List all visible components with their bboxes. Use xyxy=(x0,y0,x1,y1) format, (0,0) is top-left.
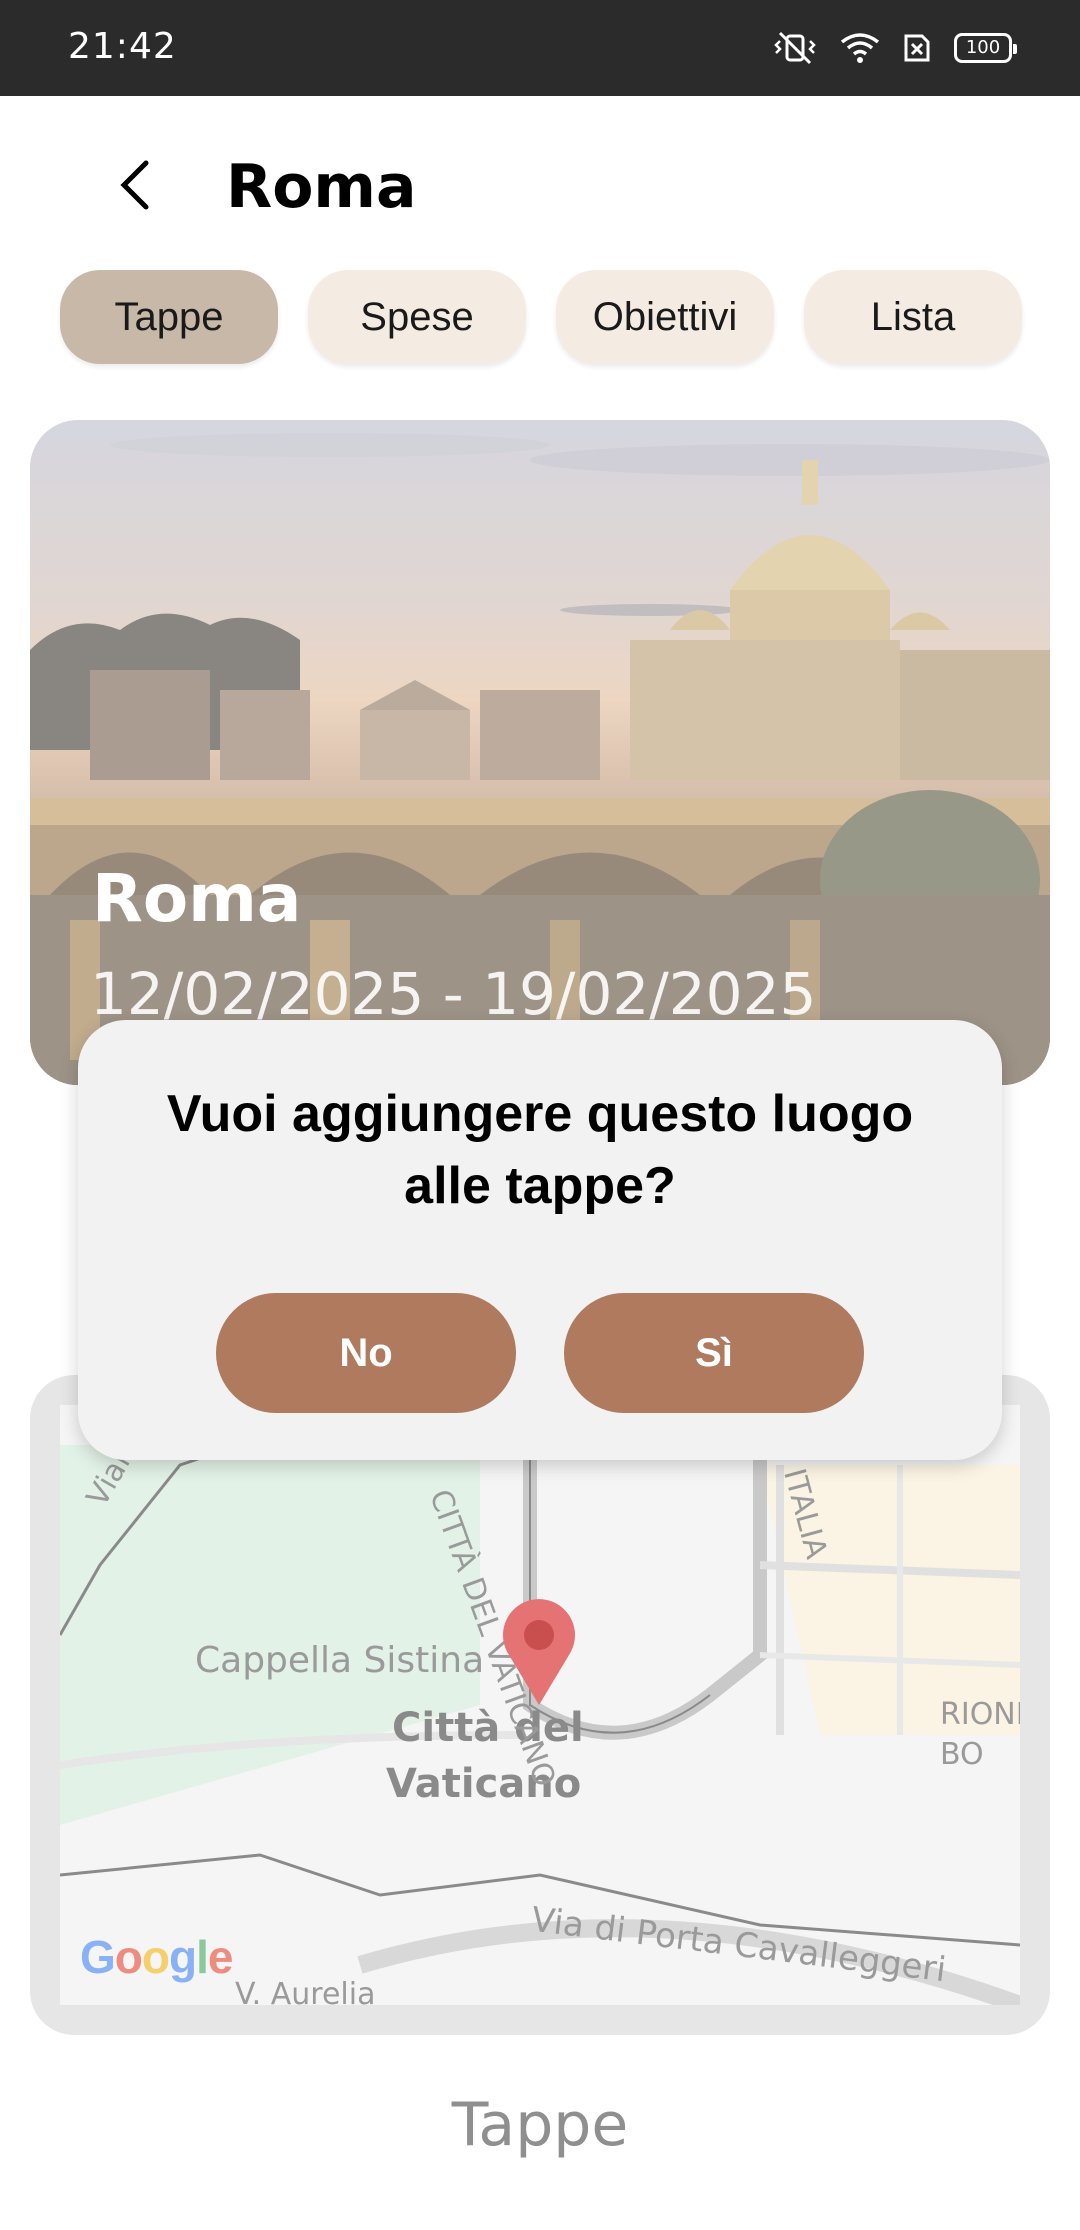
vibrate-off-icon xyxy=(772,31,818,65)
status-bar: 21:42 100 xyxy=(0,0,1080,96)
no-button[interactable]: No xyxy=(216,1293,516,1413)
sim-x-icon xyxy=(902,32,932,64)
yes-button[interactable]: Sì xyxy=(564,1293,864,1413)
map-card: Cappella Sistina Città del Vaticano Vial… xyxy=(30,1375,1050,2035)
battery-icon: 100 xyxy=(954,33,1017,63)
map-label-aurelia: V. Aurelia xyxy=(235,1977,376,2005)
section-title: Tappe xyxy=(451,2090,629,2160)
hero-title: Roma xyxy=(92,860,302,937)
tab-spese[interactable]: Spese xyxy=(308,270,526,364)
tab-lista[interactable]: Lista xyxy=(804,270,1022,364)
map-label-vaticano-1: Città del xyxy=(392,1705,584,1751)
back-button[interactable] xyxy=(110,155,160,215)
page-title: Roma xyxy=(226,152,417,222)
google-logo: Google xyxy=(80,1931,233,1983)
status-time: 21:42 xyxy=(68,26,177,67)
dialog-message: Vuoi aggiungere questo luogo alle tappe? xyxy=(166,1085,914,1215)
map-pin-icon xyxy=(503,1599,575,1705)
chevron-left-icon xyxy=(120,160,149,210)
trip-hero-card[interactable]: Roma 12/02/2025 - 19/02/2025 xyxy=(30,420,1050,1085)
confirm-dialog: Vuoi aggiungere questo luogo alle tappe?… xyxy=(78,1020,1002,1460)
status-icons: 100 xyxy=(772,28,1017,68)
map-label-district: RIONE BO xyxy=(940,1697,1020,1772)
hero-dates: 12/02/2025 - 19/02/2025 xyxy=(90,960,817,1028)
tab-bar: Tappe Spese Obiettivi Lista xyxy=(60,270,1022,364)
tab-tappe[interactable]: Tappe xyxy=(60,270,278,364)
map-label-cappella: Cappella Sistina xyxy=(195,1640,485,1681)
map-view[interactable]: Cappella Sistina Città del Vaticano Vial… xyxy=(60,1405,1020,2005)
tab-obiettivi[interactable]: Obiettivi xyxy=(556,270,774,364)
wifi-icon xyxy=(840,32,880,64)
